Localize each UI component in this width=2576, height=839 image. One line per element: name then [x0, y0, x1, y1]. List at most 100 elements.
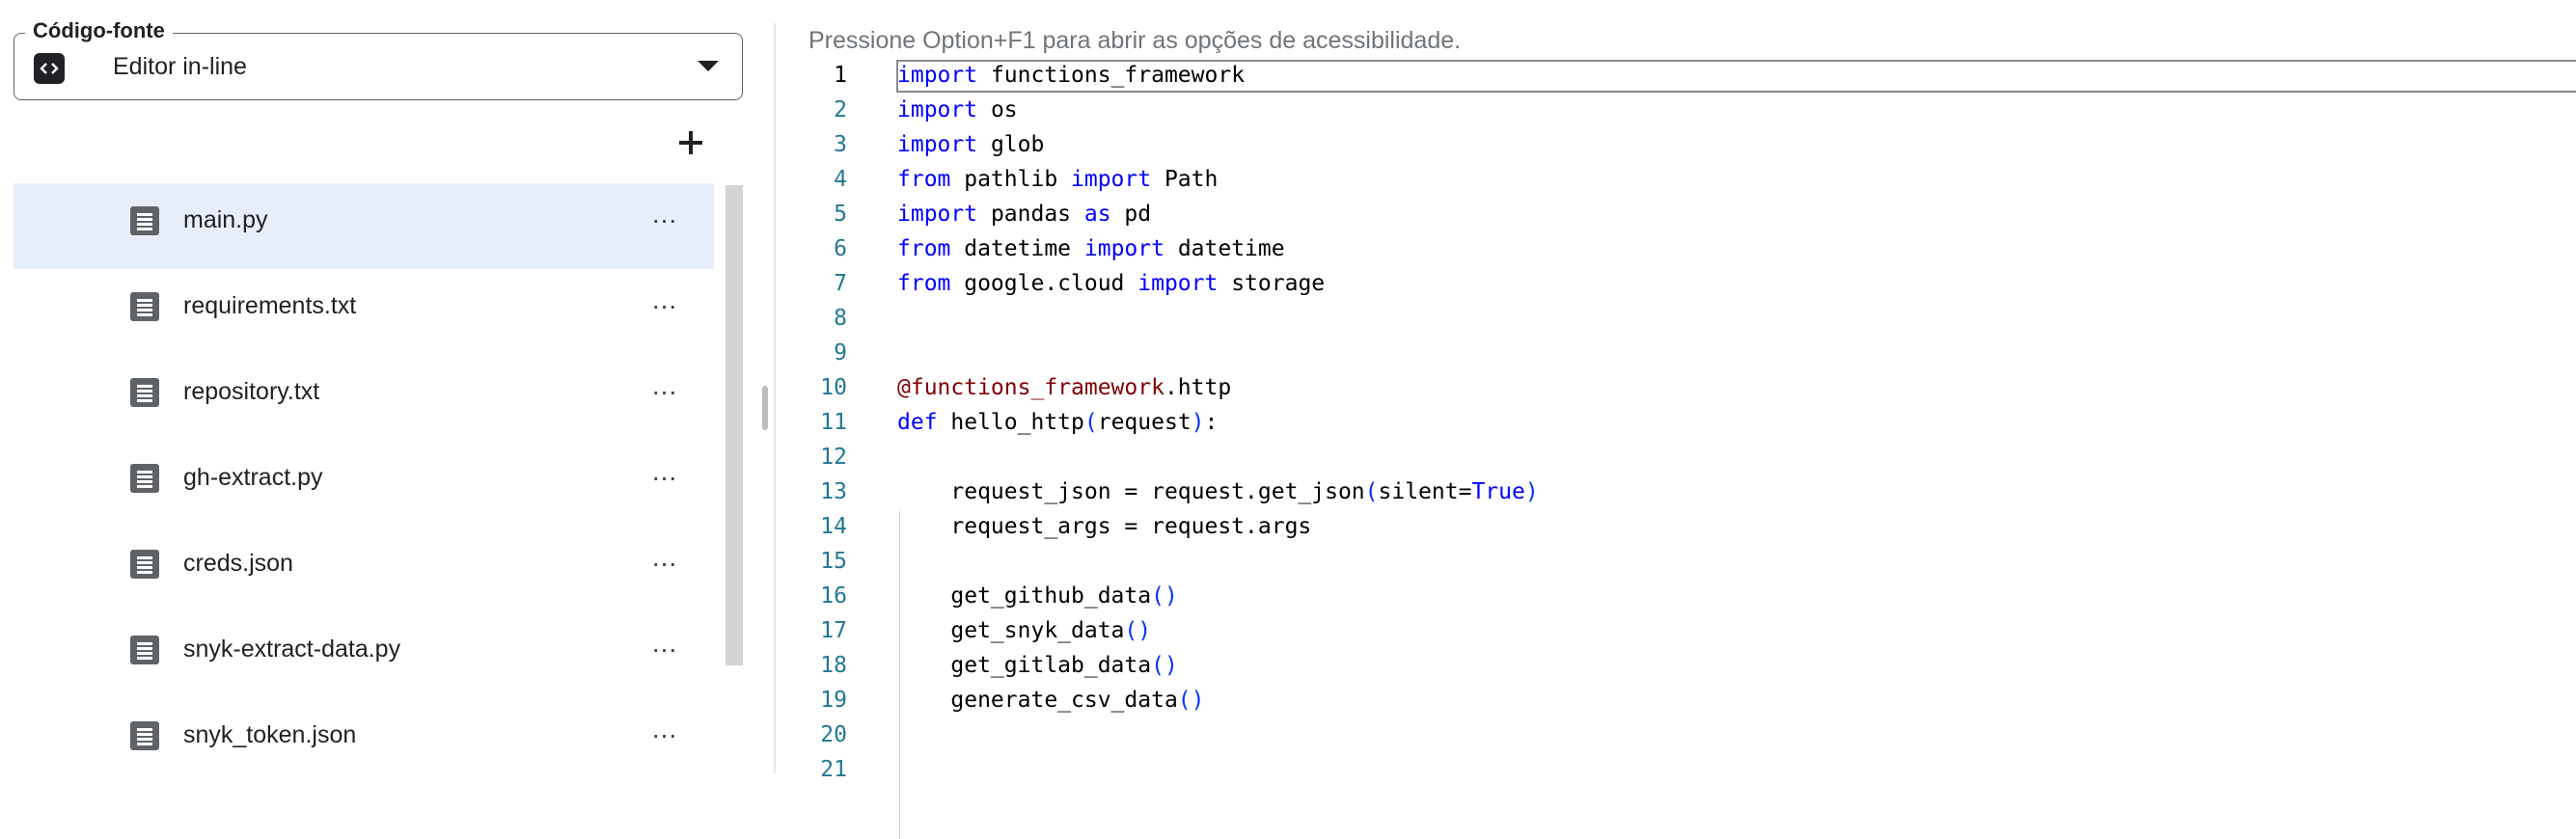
code-token: from — [897, 236, 951, 261]
code-text: from pathlib import Path — [897, 162, 1218, 197]
code-token: import — [897, 63, 978, 88]
accessibility-hint: Pressione Option+F1 para abrir as opções… — [808, 27, 1462, 54]
code-token: pathlib — [950, 167, 1072, 192]
code-line: 5 import pandas as pd — [807, 197, 2576, 231]
file-item[interactable]: snyk_token.json... — [14, 698, 714, 784]
code-line: 8 — [807, 301, 2576, 336]
code-token: import — [1083, 236, 1165, 261]
code-token: request — [1097, 410, 1192, 435]
code-line: 9 — [807, 336, 2576, 370]
line-number: 2 — [834, 97, 847, 122]
code-text: request_json = request.get_json(silent=T… — [897, 474, 1539, 509]
file-item[interactable]: snyk-extract-data.py... — [14, 612, 714, 698]
code-token: pd — [1110, 202, 1152, 227]
source-code-value: Editor in-line — [113, 53, 247, 80]
code-line: 21 — [807, 752, 2576, 787]
line-number: 13 — [820, 479, 847, 504]
code-token: ) — [1191, 410, 1205, 435]
code-token: ( — [1364, 479, 1379, 504]
file-list: main.py... requirements.txt... repository.… — [14, 183, 714, 784]
code-token: from — [897, 271, 951, 296]
panel-resize-handle[interactable] — [762, 386, 768, 430]
code-token: google.cloud — [950, 271, 1138, 296]
line-number: 8 — [834, 306, 847, 331]
line-number: 11 — [820, 410, 847, 435]
file-icon — [130, 636, 159, 664]
code-token: datetime — [1164, 236, 1285, 261]
code-text: from google.cloud import storage — [897, 266, 1325, 301]
code-text: from datetime import datetime — [897, 231, 1285, 266]
line-number: 19 — [820, 688, 847, 713]
code-token: request_args = request.args — [897, 514, 1312, 539]
more-options-icon[interactable]: ... — [648, 544, 681, 581]
code-line: 18 get_gitlab_data() — [807, 648, 2576, 683]
code-token: import — [897, 132, 978, 157]
file-name: snyk-extract-data.py — [183, 636, 401, 663]
code-line: 19 generate_csv_data() — [807, 683, 2576, 717]
code-token: hello_http — [937, 410, 1084, 435]
code-token: () — [1177, 688, 1205, 713]
code-text: get_github_data() — [897, 579, 1177, 613]
more-options-icon[interactable]: ... — [648, 716, 681, 752]
code-token: : — [1204, 410, 1219, 435]
more-options-icon[interactable]: ... — [648, 630, 681, 666]
code-token: get_snyk_data — [897, 618, 1125, 643]
code-token: () — [1151, 653, 1178, 678]
code-token: storage — [1218, 271, 1326, 296]
code-line: 11 def hello_http(request): — [807, 405, 2576, 440]
code-line: 7 from google.cloud import storage — [807, 266, 2576, 301]
code-line: 14 request_args = request.args — [807, 509, 2576, 544]
code-token: @functions_framework — [897, 375, 1165, 400]
line-number: 16 — [820, 583, 847, 609]
code-text: request_args = request.args — [897, 509, 1311, 544]
file-name: creds.json — [183, 550, 293, 577]
code-text: get_gitlab_data() — [897, 648, 1178, 683]
line-number: 10 — [820, 375, 847, 400]
code-token: request_json = request.get_json — [897, 479, 1365, 504]
code-icon — [34, 53, 65, 84]
code-text: generate_csv_data() — [897, 683, 1205, 717]
code-editor[interactable]: 1 import functions_framework 2 import os 3 im… — [807, 60, 2576, 839]
plus-icon — [679, 131, 702, 154]
file-icon — [130, 206, 159, 235]
code-line: 6 from datetime import datetime — [807, 231, 2576, 266]
code-line: 4 from pathlib import Path — [807, 162, 2576, 197]
line-number: 5 — [834, 202, 847, 227]
source-panel: Editor in-line Código-fonte main.py... re… — [0, 0, 768, 773]
code-token: ) — [1524, 479, 1539, 504]
file-item[interactable]: creds.json... — [14, 527, 714, 612]
more-options-icon[interactable]: ... — [648, 372, 681, 409]
code-token: glob — [977, 132, 1045, 157]
file-item[interactable]: main.py... — [14, 183, 714, 269]
file-icon — [130, 464, 159, 493]
more-options-icon[interactable]: ... — [648, 286, 681, 323]
add-file-button[interactable] — [671, 123, 710, 162]
code-text: @functions_framework.http — [897, 370, 1231, 405]
file-name: requirements.txt — [183, 292, 357, 319]
code-text: import glob — [897, 127, 1044, 162]
line-number: 6 — [834, 236, 847, 261]
code-token: datetime — [950, 236, 1084, 261]
file-list-scrollbar[interactable] — [726, 185, 743, 665]
code-line: 13 request_json = request.get_json(silen… — [807, 474, 2576, 509]
code-line: 17 get_snyk_data() — [807, 613, 2576, 648]
code-token: from — [897, 167, 951, 192]
more-options-icon[interactable]: ... — [648, 201, 681, 237]
code-token: ( — [1083, 410, 1098, 435]
line-number: 12 — [820, 445, 847, 470]
source-code-label: Código-fonte — [25, 17, 173, 44]
chevron-down-icon[interactable] — [698, 61, 719, 71]
code-token: generate_csv_data — [897, 688, 1178, 713]
line-number: 18 — [820, 653, 847, 678]
code-token: pandas — [977, 202, 1084, 227]
file-item[interactable]: gh-extract.py... — [14, 441, 714, 527]
file-item[interactable]: repository.txt... — [14, 355, 714, 441]
file-item[interactable]: requirements.txt... — [14, 269, 714, 355]
code-token: def — [897, 410, 938, 435]
code-token: .http — [1164, 375, 1232, 400]
code-text: import os — [897, 93, 1018, 127]
code-token: True — [1471, 479, 1525, 504]
more-options-icon[interactable]: ... — [648, 458, 681, 495]
code-line: 3 import glob — [807, 127, 2576, 162]
code-token: get_gitlab_data — [897, 653, 1152, 678]
